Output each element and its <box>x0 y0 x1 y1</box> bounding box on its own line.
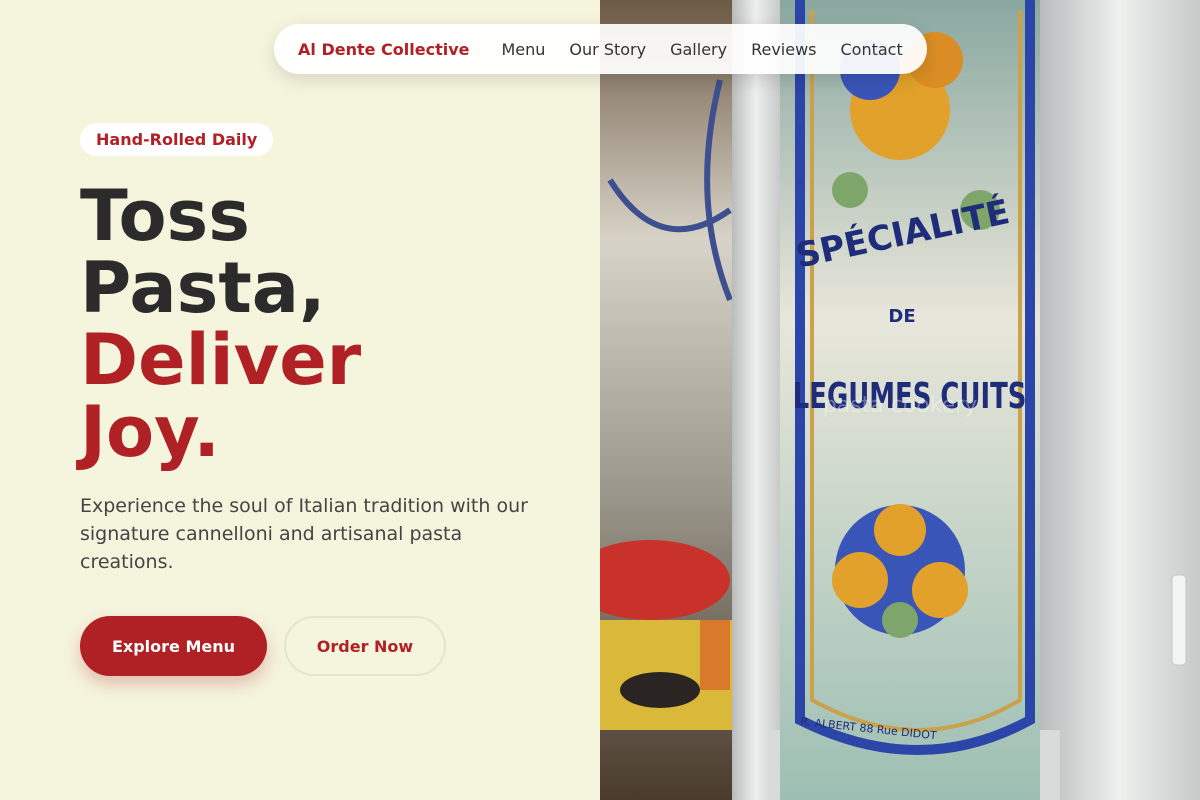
nav-link-reviews[interactable]: Reviews <box>751 40 816 59</box>
hero-description: Experience the soul of Italian tradition… <box>80 495 528 573</box>
headline-line-3: Deliver <box>80 319 362 401</box>
headline-line-4: Joy. <box>80 391 220 473</box>
hero-photo: SPÉCIALITÉ DE LEGUMES CUITS pasta cooker… <box>600 0 1200 800</box>
top-navigation: Al Dente Collective Menu Our Story Galle… <box>274 24 927 74</box>
headline-line-1: Toss <box>80 175 250 257</box>
order-now-button[interactable]: Order Now <box>284 616 446 676</box>
hand-rolled-badge: Hand-Rolled Daily <box>80 123 274 156</box>
nav-link-contact[interactable]: Contact <box>841 40 903 59</box>
nav-link-gallery[interactable]: Gallery <box>670 40 727 59</box>
sign-de-text: DE <box>888 306 915 327</box>
explore-menu-button[interactable]: Explore Menu <box>80 616 267 676</box>
storefront-sign-photo: SPÉCIALITÉ DE LEGUMES CUITS pasta cooker… <box>600 0 1200 800</box>
nav-link-menu[interactable]: Menu <box>501 40 545 59</box>
nav-link-our-story[interactable]: Our Story <box>569 40 646 59</box>
headline-line-2: Pasta, <box>80 247 326 329</box>
brand-logo-text[interactable]: Al Dente Collective <box>298 40 469 59</box>
watermark-text: pasta cookery <box>823 393 978 418</box>
hero-headline: Toss Pasta, Deliver Joy. <box>80 180 361 468</box>
